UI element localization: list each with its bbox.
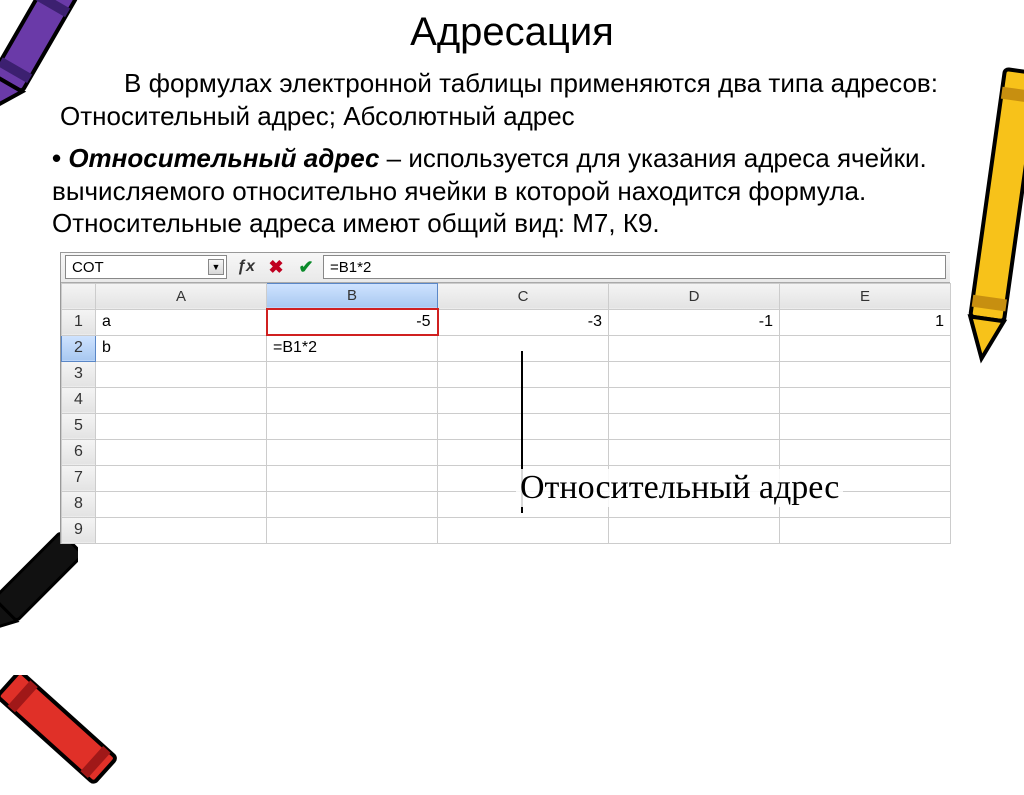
cell-A5[interactable] <box>96 413 267 439</box>
cell-E6[interactable] <box>780 439 951 465</box>
row-header-4[interactable]: 4 <box>62 387 96 413</box>
cell-A8[interactable] <box>96 491 267 517</box>
cell-B2[interactable]: =B1*2 <box>267 335 438 361</box>
cell-B4[interactable] <box>267 387 438 413</box>
row-header-3[interactable]: 3 <box>62 361 96 387</box>
cell-B3[interactable] <box>267 361 438 387</box>
col-header-A[interactable]: A <box>96 283 267 309</box>
row-header-6[interactable]: 6 <box>62 439 96 465</box>
cell-C5[interactable] <box>438 413 609 439</box>
cell-D5[interactable] <box>609 413 780 439</box>
row-header-7[interactable]: 7 <box>62 465 96 491</box>
annotation-label: Относительный адрес <box>516 469 843 507</box>
cell-A1[interactable]: a <box>96 309 267 335</box>
name-box[interactable]: COT ▼ <box>65 255 227 279</box>
cell-A2[interactable]: b <box>96 335 267 361</box>
cancel-icon[interactable]: ✖ <box>263 255 289 279</box>
cell-A7[interactable] <box>96 465 267 491</box>
cell-D9[interactable] <box>609 517 780 543</box>
row-header-8[interactable]: 8 <box>62 491 96 517</box>
definition-paragraph: • Относительный адрес – используется для… <box>50 142 974 240</box>
cell-B5[interactable] <box>267 413 438 439</box>
row-header-2[interactable]: 2 <box>62 335 96 361</box>
cell-D6[interactable] <box>609 439 780 465</box>
row-header-9[interactable]: 9 <box>62 517 96 543</box>
row-header-5[interactable]: 5 <box>62 413 96 439</box>
cell-D4[interactable] <box>609 387 780 413</box>
crayon-red-bottom <box>0 675 150 795</box>
formula-bar: COT ▼ ƒx ✖ ✔ =B1*2 <box>61 253 950 283</box>
cell-A3[interactable] <box>96 361 267 387</box>
col-header-E[interactable]: E <box>780 283 951 309</box>
cell-D1[interactable]: -1 <box>609 309 780 335</box>
cell-E5[interactable] <box>780 413 951 439</box>
cell-E4[interactable] <box>780 387 951 413</box>
name-box-dropdown-icon[interactable]: ▼ <box>208 259 224 275</box>
cell-E2[interactable] <box>780 335 951 361</box>
col-header-B[interactable]: B <box>267 283 438 309</box>
cell-C9[interactable] <box>438 517 609 543</box>
cell-A9[interactable] <box>96 517 267 543</box>
slide-title: Адресация <box>50 10 974 55</box>
cell-A6[interactable] <box>96 439 267 465</box>
cell-E9[interactable] <box>780 517 951 543</box>
cell-B8[interactable] <box>267 491 438 517</box>
cell-B1[interactable]: -5 <box>267 309 438 335</box>
cell-E3[interactable] <box>780 361 951 387</box>
cell-D2[interactable] <box>609 335 780 361</box>
intro-paragraph: В формулах электронной таблицы применяют… <box>50 67 974 132</box>
cell-C4[interactable] <box>438 387 609 413</box>
accept-icon[interactable]: ✔ <box>293 255 319 279</box>
cell-B7[interactable] <box>267 465 438 491</box>
name-box-value: COT <box>72 259 104 276</box>
cell-C6[interactable] <box>438 439 609 465</box>
cell-B6[interactable] <box>267 439 438 465</box>
cell-C2[interactable] <box>438 335 609 361</box>
cell-B9[interactable] <box>267 517 438 543</box>
formula-input[interactable]: =B1*2 <box>323 255 946 279</box>
col-header-D[interactable]: D <box>609 283 780 309</box>
cell-C1[interactable]: -3 <box>438 309 609 335</box>
cell-D3[interactable] <box>609 361 780 387</box>
corner-header[interactable] <box>62 283 96 309</box>
cell-C3[interactable] <box>438 361 609 387</box>
row-header-1[interactable]: 1 <box>62 309 96 335</box>
fx-icon[interactable]: ƒx <box>233 255 259 279</box>
col-header-C[interactable]: C <box>438 283 609 309</box>
cell-E1[interactable]: 1 <box>780 309 951 335</box>
spreadsheet: COT ▼ ƒx ✖ ✔ =B1*2 A B C D E 1 <box>60 252 950 544</box>
cell-A4[interactable] <box>96 387 267 413</box>
